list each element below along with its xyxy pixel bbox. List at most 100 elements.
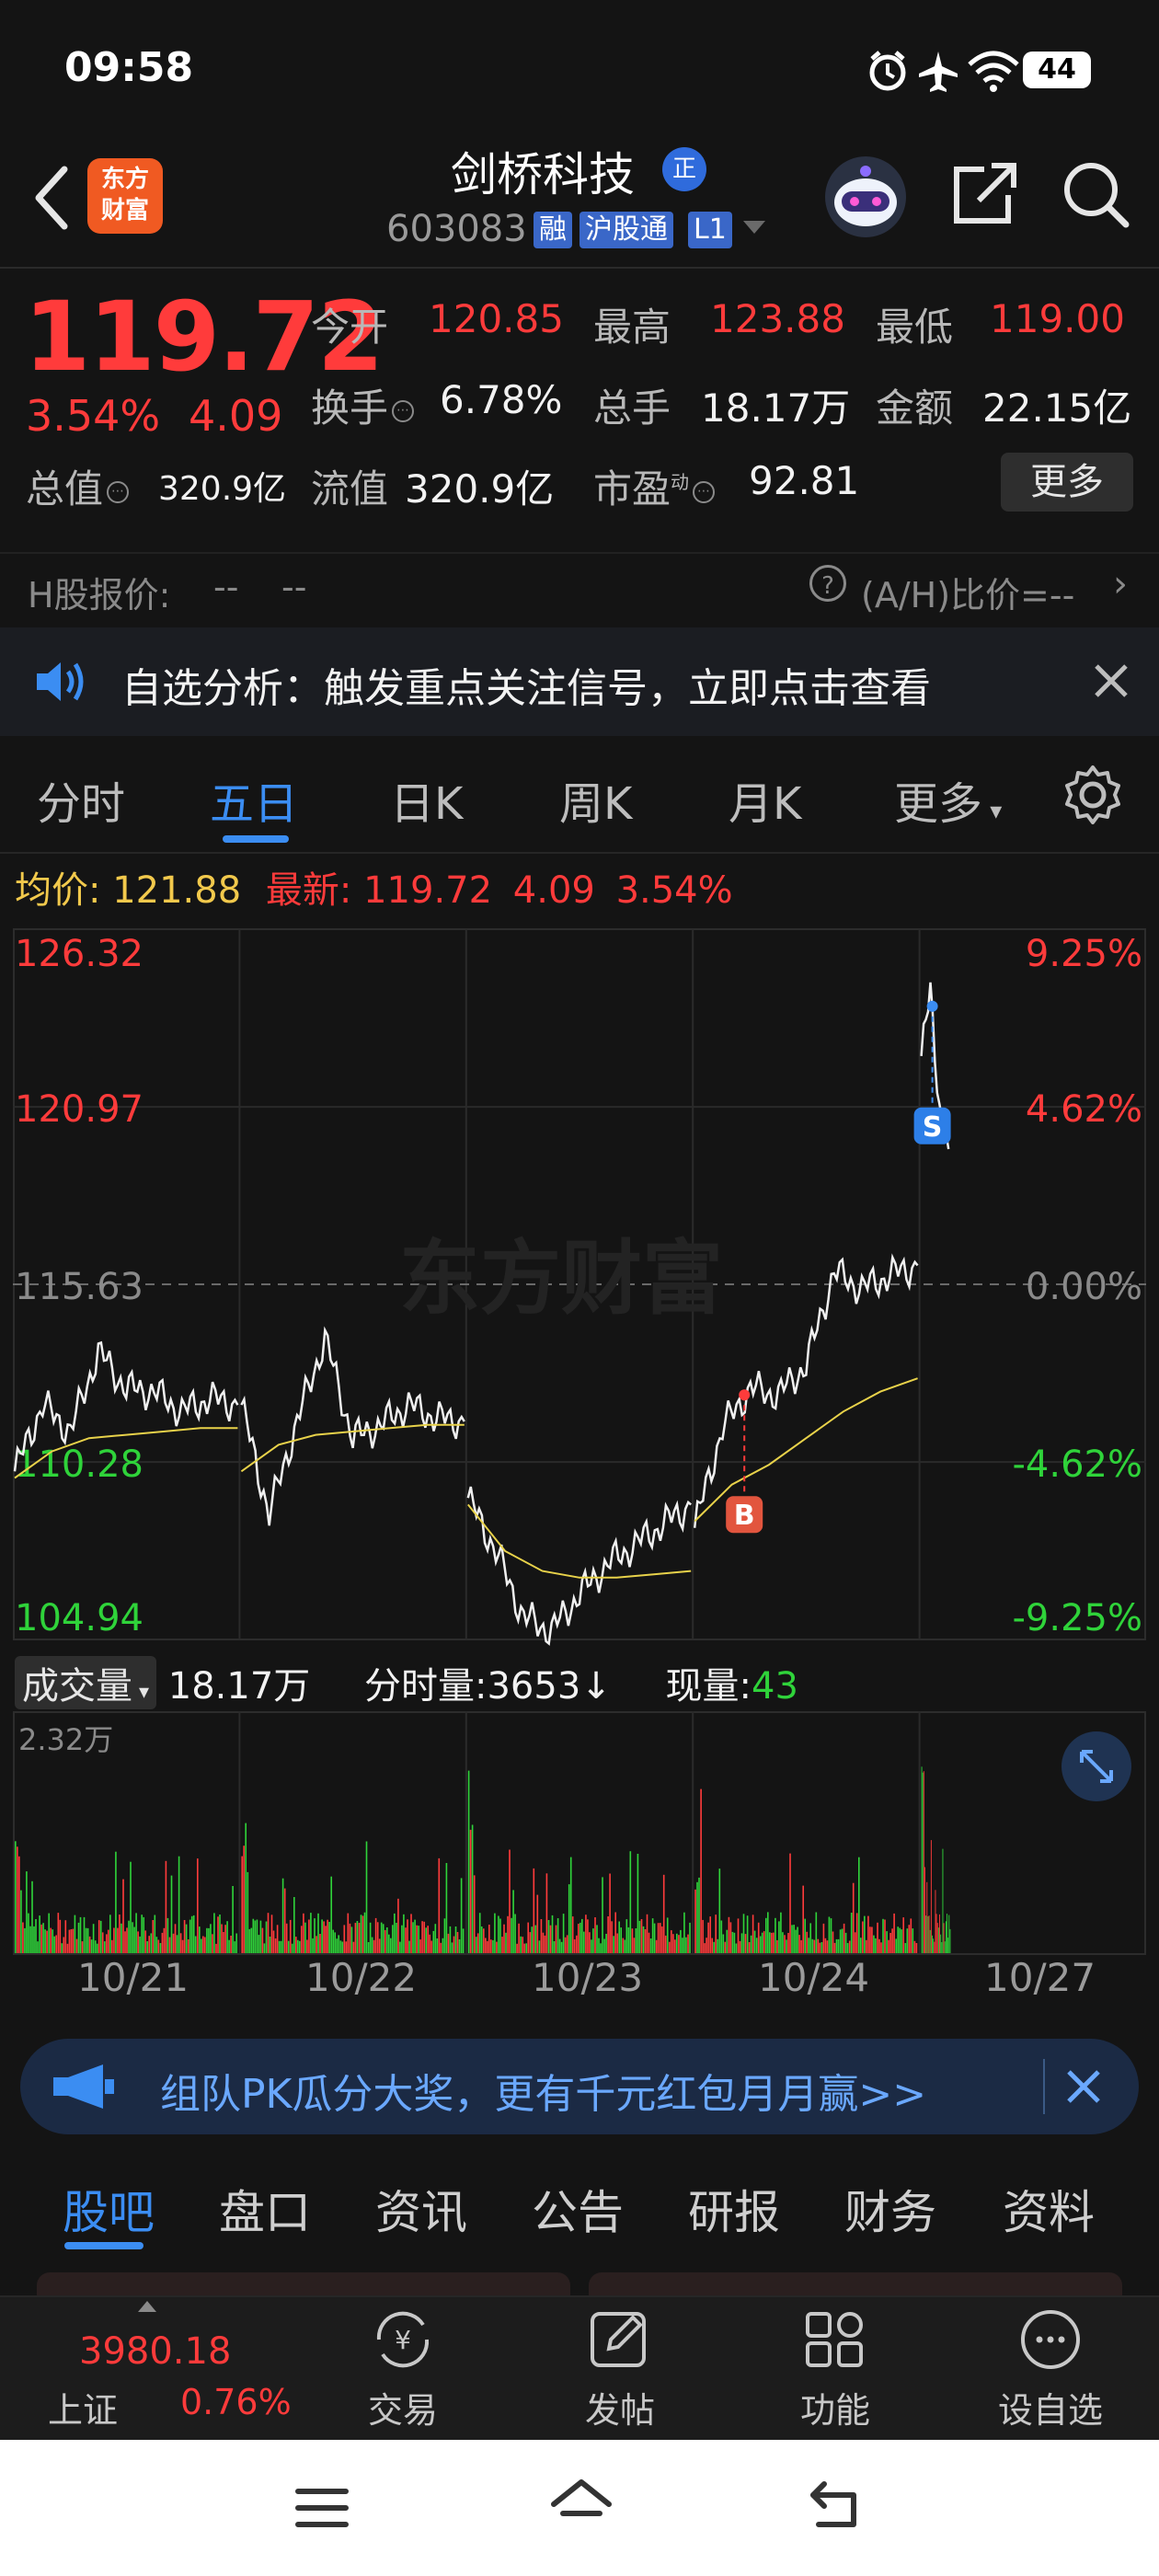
volume-bar [396,1923,397,1953]
volume-bar [119,1915,120,1953]
index-value[interactable]: 3980.18 [79,2330,231,2373]
expand-up-icon[interactable] [138,2301,156,2312]
more-quote-button[interactable]: 更多 [1001,453,1133,512]
h-share-row[interactable]: H股报价: -- -- ? (A/H)比价=-- › [0,552,1159,627]
volume-bar [717,1938,719,1953]
trade-button[interactable]: ¥ 交易 [339,2306,467,2432]
close-icon[interactable] [1063,2066,1104,2107]
add-watchlist-button[interactable]: 设自选 [986,2306,1115,2432]
volume-bar [458,1939,461,1953]
volume-bar [501,1937,503,1953]
info-icon: ⋯ [693,480,716,503]
volume-bar [784,1935,786,1953]
change-percent: 3.54% [26,391,161,441]
volume-bar [166,1917,169,1953]
volume-bar [603,1938,605,1953]
volume-frame [13,1711,1146,1955]
volume-bar [252,1918,255,1953]
volume-bar [759,1936,762,1953]
volume-chart[interactable] [13,1711,1146,1955]
promo-banner[interactable]: 组队PK瓜分大奖，更有千元红包月月赢>> [20,2039,1139,2134]
speaker-icon [37,662,84,701]
volume-bar [394,1913,396,1953]
volume-bar [120,1923,122,1953]
volume-bar [514,1914,516,1953]
volume-bar [735,1943,738,1953]
five-day-price-chart[interactable]: 东方财富126.32 9.25%120.97 4.62%115.63 0.00%110… [13,920,1146,1649]
volume-selector[interactable]: 成交量 ▾ [15,1656,157,1709]
volume-bar [473,1875,476,1953]
tab-five-day[interactable]: 五日 [210,767,298,832]
volume-bar [753,1930,756,1953]
promo-divider [1043,2059,1045,2114]
volume-bar [192,1915,195,1953]
volume-bar [564,1937,567,1953]
tab-finance[interactable]: 财务 [844,2176,936,2242]
volume-bar [321,1919,323,1953]
index-pct[interactable]: 0.76% [180,2382,292,2422]
tab-profile[interactable]: 资料 [1003,2176,1095,2242]
tab-forum[interactable]: 股吧 [63,2176,155,2242]
volume-bar [873,1935,875,1953]
volume-bar [52,1929,54,1953]
volume-bar [778,1921,780,1953]
tab-intraday[interactable]: 分时 [37,767,125,832]
h-share-value: -- [213,567,239,607]
expand-icon[interactable] [1060,1730,1133,1803]
volume-bar [66,1943,69,1953]
date-label: 10/23 [532,1955,644,2000]
volume-bar [434,1924,437,1953]
volume-bar [605,1934,607,1953]
home-icon[interactable] [548,2477,614,2536]
turnover-value: 6.78% [440,377,563,422]
volume-bar [509,1849,511,1953]
buy-marker-label: B [734,1500,755,1532]
settings-gear-icon[interactable] [1061,764,1124,826]
volume-bar [314,1918,316,1953]
assistant-robot-icon[interactable] [823,155,908,239]
volume-bar [494,1913,496,1953]
volume-bar [92,1924,95,1953]
notice-bar[interactable]: 自选分析：触发重点关注信号，立即点击查看 [0,627,1159,736]
help-icon[interactable]: ? [809,565,846,602]
app-logo[interactable]: 东方 财富 [87,158,163,234]
tag-dropdown-icon[interactable] [743,221,765,234]
volume-bar [90,1939,93,1953]
tab-news[interactable]: 资讯 [375,2176,467,2242]
back-arrow-icon[interactable] [28,156,83,239]
tab-research[interactable]: 研报 [688,2176,780,2242]
close-icon[interactable] [1091,661,1131,701]
volume-bar [943,1923,945,1953]
volume-bar [349,1923,351,1953]
volume-bar [689,1922,691,1953]
volume-bar [627,1927,630,1953]
menu-icon[interactable] [293,2482,351,2534]
tab-more[interactable]: 更多 ▾ [894,767,1002,832]
post-button[interactable]: 发帖 [556,2306,684,2432]
volume-bar [213,1913,215,1953]
function-button[interactable]: 功能 [771,2306,900,2432]
volume-bar [633,1938,636,1953]
tab-monthly-k[interactable]: 月K [729,767,801,832]
volume-bar [319,1934,321,1953]
mktcap-value: 320.9亿 [158,470,287,508]
airplane-icon [919,52,958,92]
index-name[interactable]: 上证 [48,2382,118,2432]
tab-weekly-k[interactable]: 周K [559,767,632,832]
volume-bar [926,1881,928,1953]
volume-bar [696,1881,698,1953]
tab-handicap[interactable]: 盘口 [219,2176,311,2242]
volume-bar [336,1938,339,1953]
tab-announcement[interactable]: 公告 [532,2176,624,2242]
search-icon[interactable] [1058,156,1131,230]
share-icon[interactable] [947,156,1021,230]
volume-bar [99,1920,102,1953]
stock-name[interactable]: 剑桥科技 [451,138,635,204]
volume-bar [190,1915,193,1953]
volume-bar [419,1939,421,1953]
volume-bar [846,1943,849,1953]
volume-bar [622,1938,625,1953]
volume-total: 18.17万 [167,1665,311,1708]
tab-daily-k[interactable]: 日K [390,767,463,832]
back-icon[interactable] [806,2477,872,2536]
